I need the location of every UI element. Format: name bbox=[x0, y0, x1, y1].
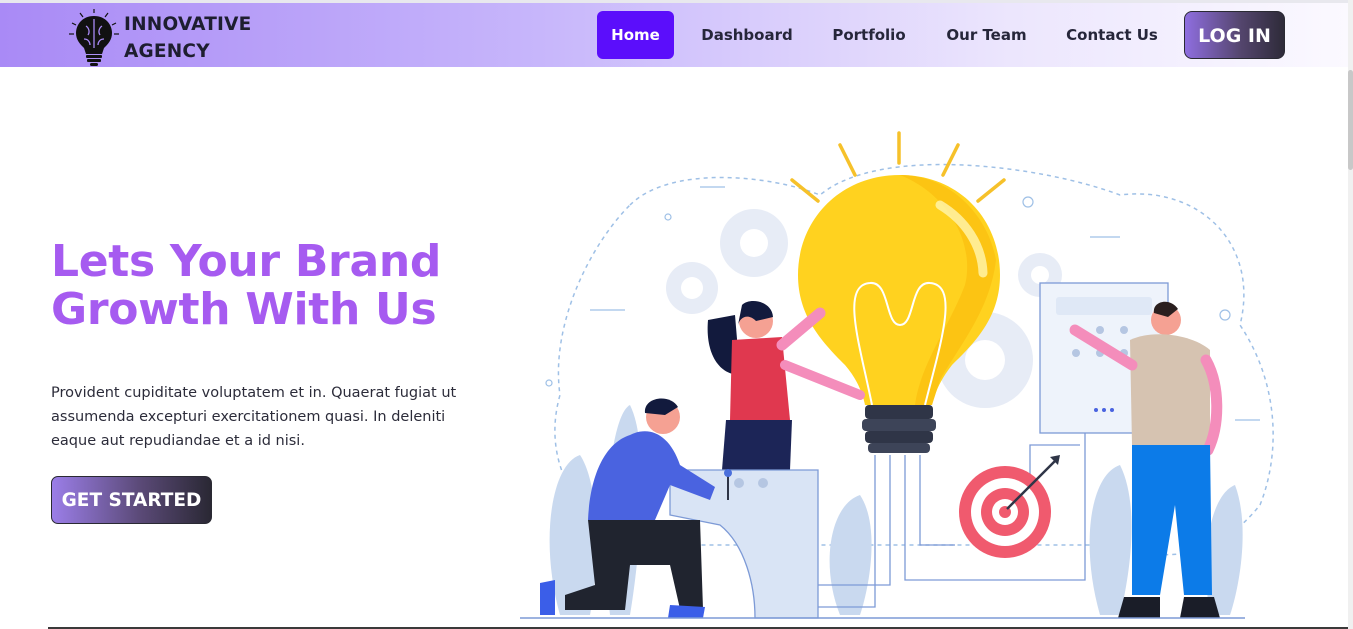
get-started-button[interactable]: GET STARTED bbox=[51, 476, 212, 524]
hero-illustration bbox=[520, 131, 1274, 619]
hero-description: Provident cupiditate voluptatem et in. Q… bbox=[51, 385, 457, 449]
login-button[interactable]: LOG IN bbox=[1184, 11, 1285, 59]
hero-headline-line-1: Lets Your Brand bbox=[51, 236, 442, 287]
brain-bulb-icon[interactable] bbox=[66, 8, 122, 66]
brand-line-1: INNOVATIVE bbox=[124, 14, 252, 35]
brand-line-2: AGENCY bbox=[124, 41, 210, 62]
nav-portfolio[interactable]: Portfolio bbox=[820, 11, 918, 59]
nav-home[interactable]: Home bbox=[597, 11, 674, 59]
hero-headline-line-2: Growth With Us bbox=[51, 284, 437, 335]
lightbulb-icon bbox=[798, 175, 1000, 453]
nav-our-team[interactable]: Our Team bbox=[934, 11, 1039, 59]
hero-headline: Lets Your Brand Growth With Us bbox=[51, 238, 441, 334]
scrollbar-thumb[interactable] bbox=[1348, 70, 1353, 170]
navbar: INNOVATIVE AGENCY Home Dashboard Portfol… bbox=[0, 3, 1348, 67]
target-icon bbox=[959, 455, 1060, 558]
brand-name[interactable]: INNOVATIVE AGENCY bbox=[124, 11, 251, 65]
nav-dashboard[interactable]: Dashboard bbox=[690, 11, 804, 59]
nav-contact-us[interactable]: Contact Us bbox=[1055, 11, 1169, 59]
